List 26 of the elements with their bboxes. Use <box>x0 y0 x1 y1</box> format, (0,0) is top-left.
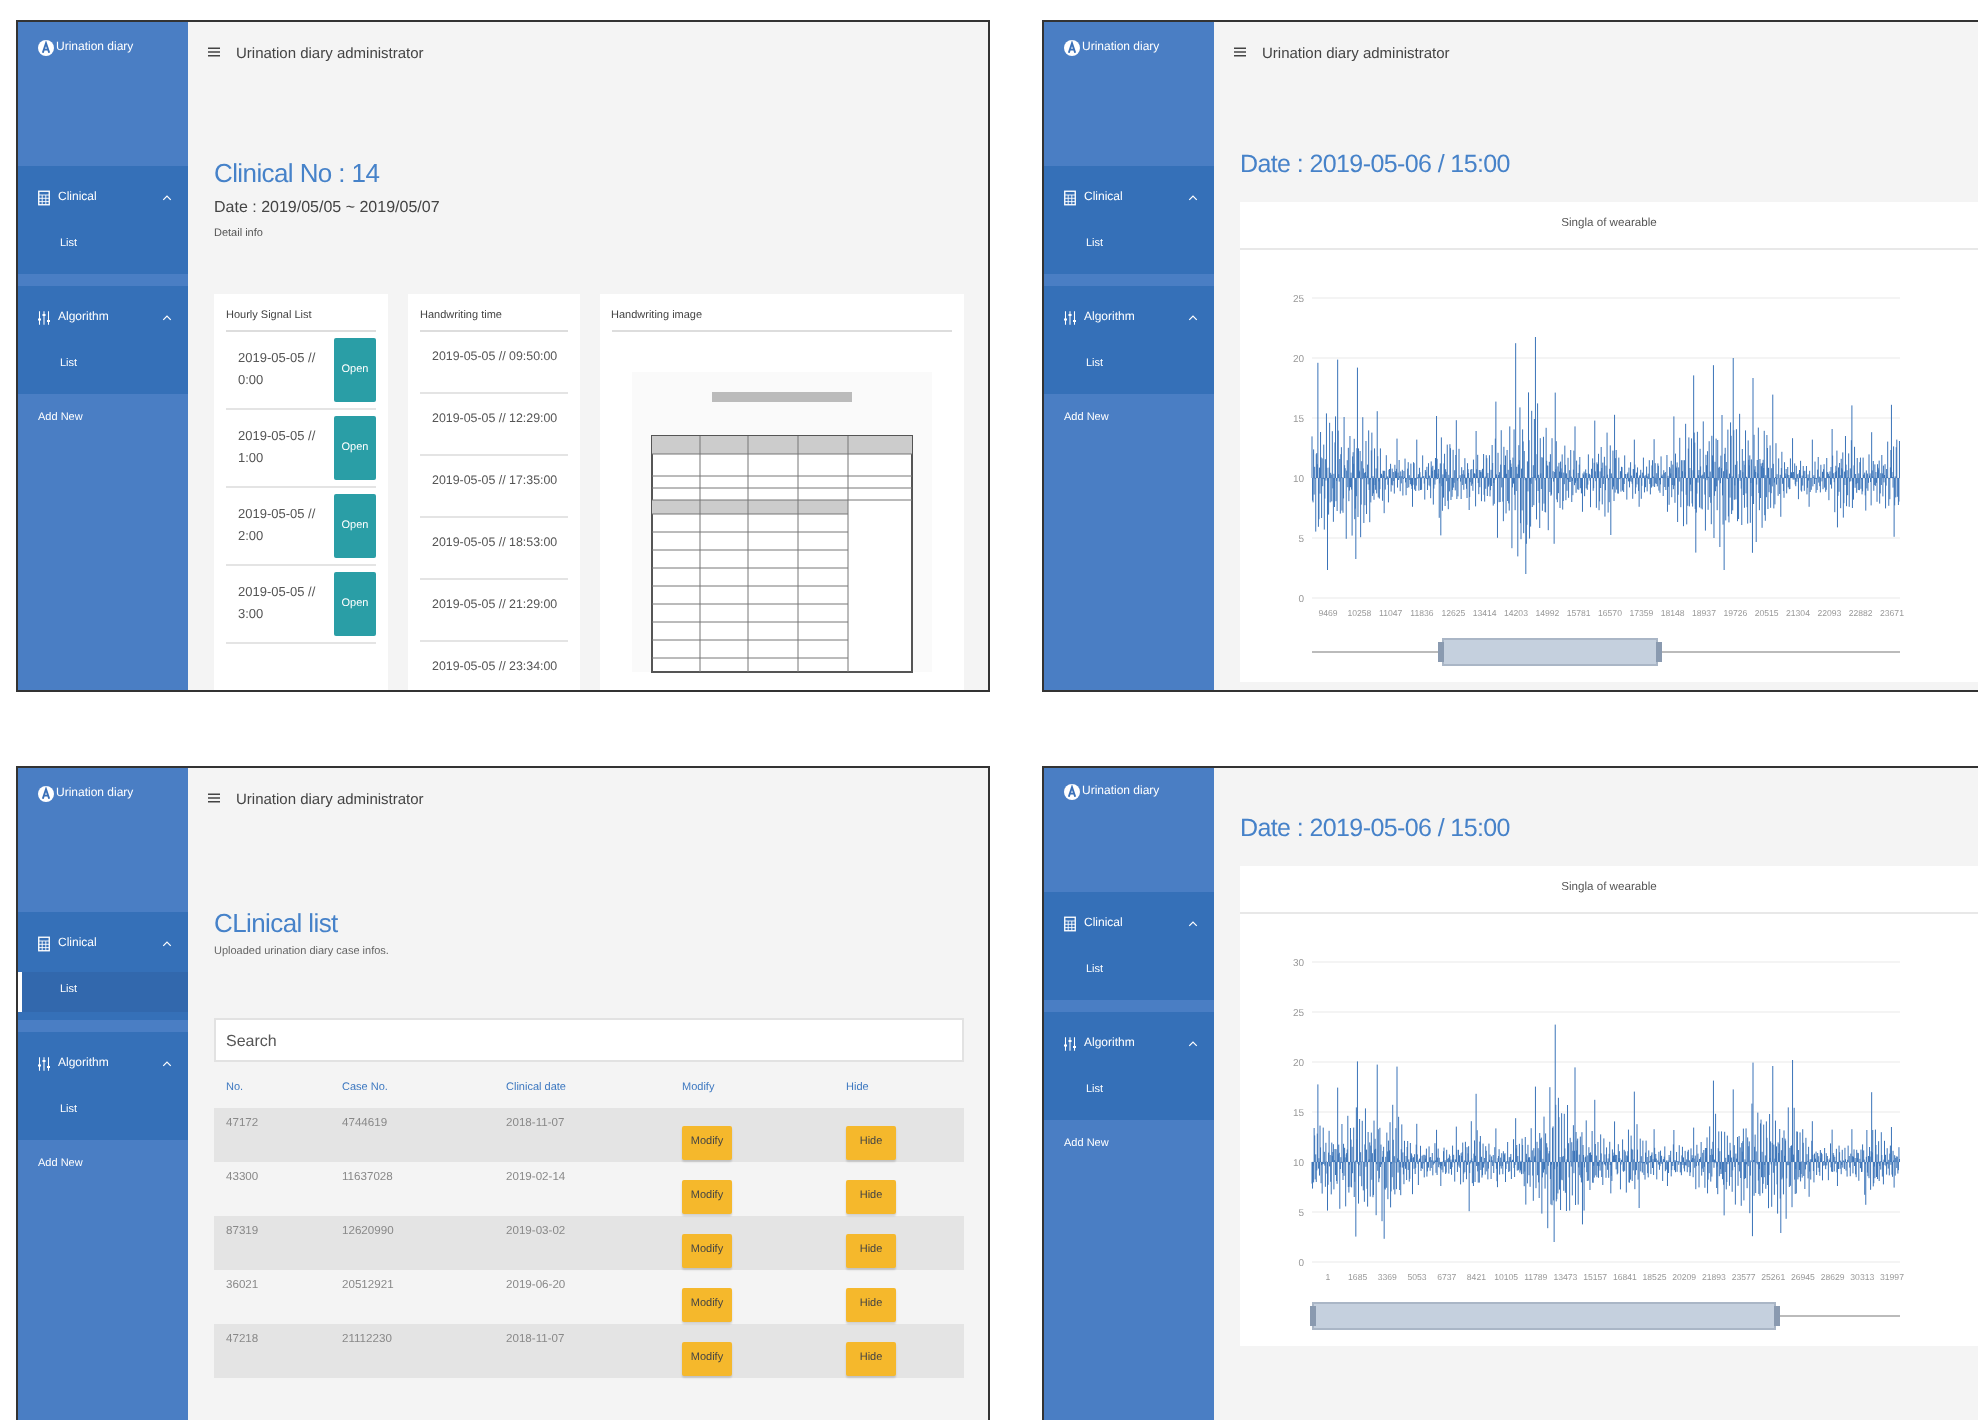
sliders-icon <box>38 1056 50 1072</box>
grid-icon <box>1064 190 1076 206</box>
zoom-handle[interactable] <box>1773 1306 1780 1326</box>
grid-icon <box>1064 916 1076 932</box>
date-range: Date : 2019/05/05 ~ 2019/05/07 <box>214 198 442 216</box>
page-title: Date : 2019-05-06 / 15:00 <box>1240 150 1512 178</box>
page-title: Date : 2019-05-06 / 15:00 <box>1240 814 1512 842</box>
menu-icon[interactable] <box>1234 46 1246 58</box>
page-title: Clinical No : 14 <box>214 158 382 188</box>
zoom-handle[interactable] <box>1309 1306 1315 1326</box>
logo-icon <box>38 40 54 56</box>
page-title: CLinical list <box>214 908 340 938</box>
grid-icon <box>38 936 50 952</box>
menu-icon[interactable] <box>208 46 220 58</box>
zoom-handle[interactable] <box>1655 642 1662 662</box>
menu-icon[interactable] <box>208 792 220 804</box>
search-field[interactable]: Search <box>214 1018 964 1062</box>
sliders-icon <box>1064 1036 1076 1052</box>
zoom-track[interactable] <box>1312 1302 1900 1330</box>
logo-icon <box>1064 40 1080 56</box>
logo-icon <box>1064 784 1080 800</box>
sliders-icon <box>1064 310 1076 326</box>
sliders-icon <box>38 310 50 326</box>
zoom-handle[interactable] <box>1438 642 1445 662</box>
logo-icon <box>38 786 54 802</box>
grid-icon <box>38 190 50 206</box>
